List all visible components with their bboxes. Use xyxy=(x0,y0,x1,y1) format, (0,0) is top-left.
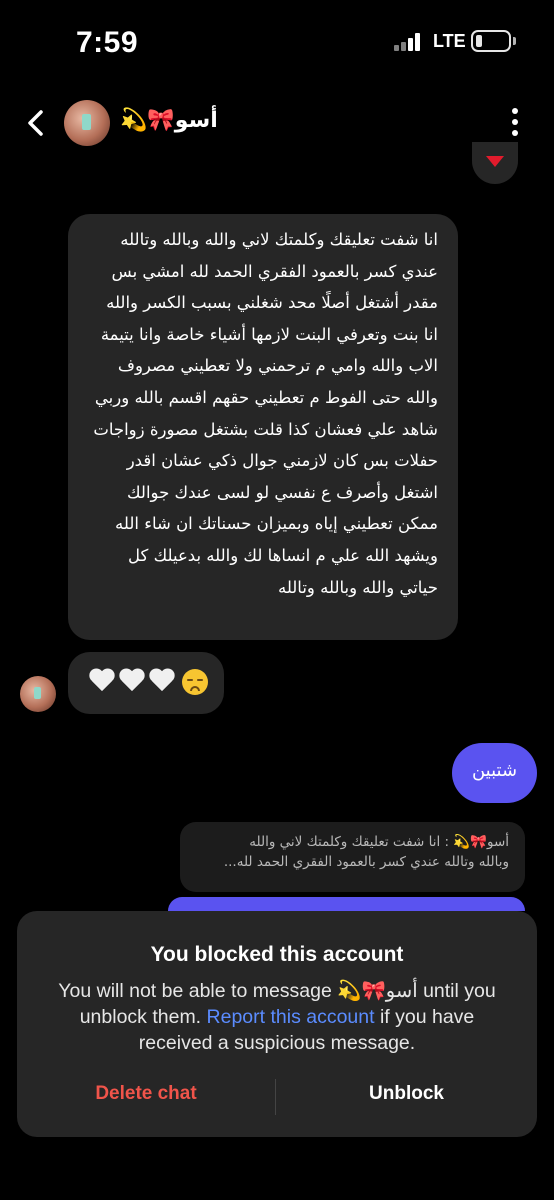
received-emoji-bubble[interactable] xyxy=(68,652,224,714)
status-bar: 7:59 LTE xyxy=(0,0,554,88)
panel-text-1: You will not be able to message xyxy=(58,980,332,1002)
sent-message-text: شتبين xyxy=(471,760,518,781)
delete-chat-button[interactable]: Delete chat xyxy=(17,1083,275,1113)
network-type: LTE xyxy=(433,31,466,51)
sent-bubble-edge xyxy=(168,897,525,911)
contact-name[interactable]: أسو🎀💫 xyxy=(120,108,218,133)
chat-header: أسو🎀💫 xyxy=(0,96,554,152)
panel-title: You blocked this account xyxy=(150,943,404,966)
chevron-left-icon[interactable] xyxy=(22,108,50,138)
message-reaction[interactable] xyxy=(472,142,518,184)
pensive-face-icon xyxy=(182,669,208,695)
blocked-contact-name: أسو🎀💫 xyxy=(337,980,418,1002)
reply-preview[interactable]: أسو🎀💫 : انا شفت تعليقك وكلمتك لاني والله… xyxy=(180,822,525,892)
panel-message: You will not be able to message أسو🎀💫 un… xyxy=(47,978,507,1056)
status-time: 7:59 xyxy=(76,26,139,59)
emoji-message xyxy=(88,669,208,695)
received-message-bubble[interactable]: انا شفت تعليقك وكلمتك لاني والله وبالله … xyxy=(68,214,458,640)
reply-preview-line1: أسو🎀💫 : انا شفت تعليقك وكلمتك لاني والله xyxy=(249,834,509,850)
more-vertical-icon[interactable] xyxy=(503,108,527,136)
sender-avatar[interactable] xyxy=(20,676,56,712)
white-heart-icon xyxy=(88,669,116,695)
contact-avatar[interactable] xyxy=(64,100,110,146)
battery-cap xyxy=(513,37,516,45)
cellular-signal-icon xyxy=(394,33,424,51)
battery-icon xyxy=(471,30,511,52)
white-heart-icon xyxy=(118,669,146,695)
white-heart-icon xyxy=(148,669,176,695)
blocked-account-panel: You blocked this account You will not be… xyxy=(17,911,537,1137)
message-text: انا شفت تعليقك وكلمتك لاني والله وبالله … xyxy=(93,230,438,597)
unblock-button[interactable]: Unblock xyxy=(276,1083,537,1113)
sent-message-bubble[interactable]: شتبين xyxy=(452,743,537,803)
reply-preview-line2: وبالله وتالله عندي كسر بالعمود الفقري ال… xyxy=(223,854,509,870)
report-account-link[interactable]: Report this account xyxy=(207,1006,375,1028)
red-heart-icon xyxy=(486,156,504,167)
